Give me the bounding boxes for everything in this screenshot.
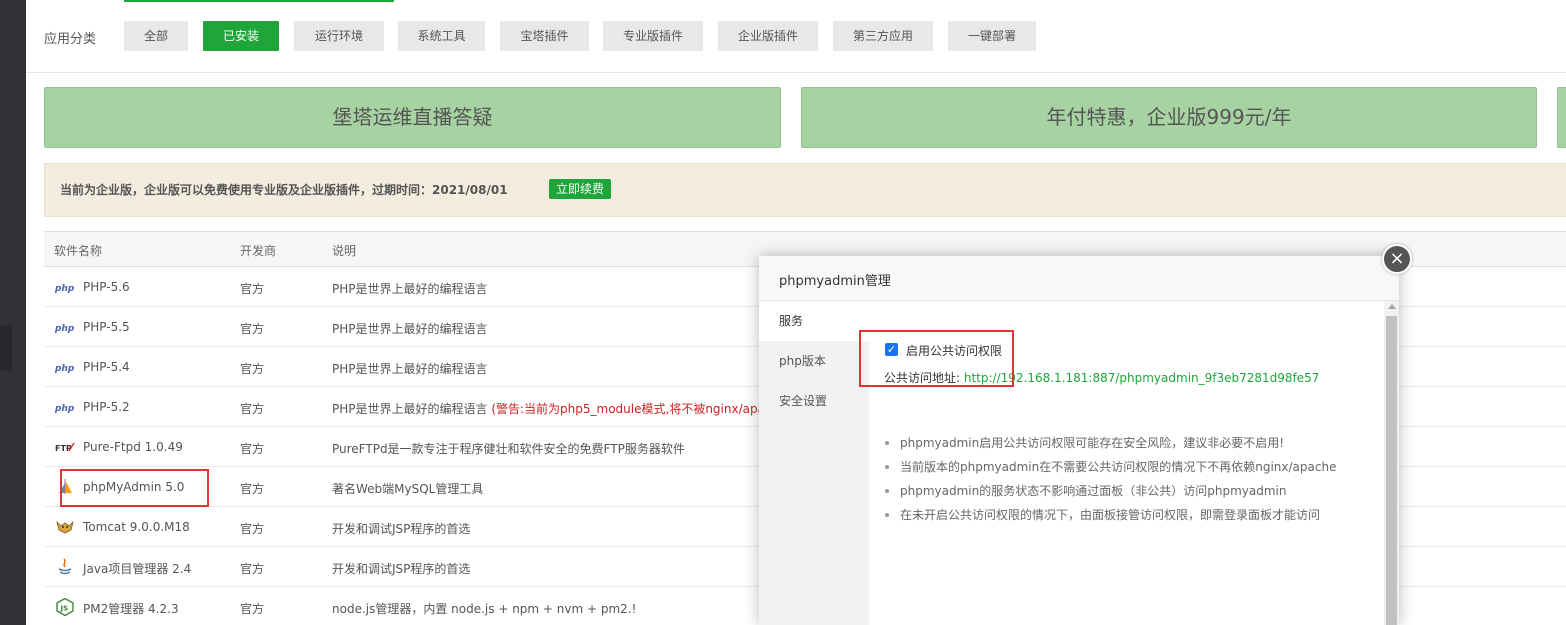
tips-list: phpmyadmin启用公共访问权限可能存在安全风险，建议非必要不启用! 当前版… bbox=[885, 435, 1336, 531]
warning-text: (警告:当前为php5_module模式,将不被nginx/apa bbox=[491, 402, 765, 416]
list-item: 在未开启公共访问权限的情况下，由面板接管访问权限，即需登录面板才能访问 bbox=[885, 507, 1336, 531]
tab-service[interactable]: 服务 bbox=[759, 301, 869, 341]
modal-scrollbar[interactable] bbox=[1384, 301, 1399, 625]
software-description: node.js管理器，内置 node.js + npm + nvm + pm2.… bbox=[332, 602, 637, 616]
license-notice-text: 当前为企业版，企业版可以免费使用专业版及企业版插件，过期时间：2021/08/0… bbox=[60, 183, 508, 197]
list-item: 当前版本的phpmyadmin在不需要公共访问权限的情况下不再依赖nginx/a… bbox=[885, 459, 1336, 483]
java-icon bbox=[58, 558, 72, 575]
software-description: PHP是世界上最好的编程语言 bbox=[332, 322, 488, 336]
public-url-link[interactable]: http://192.168.1.181:887/phpmyadmin_9f3e… bbox=[964, 371, 1320, 385]
highlight-box-phpmyadmin bbox=[60, 469, 209, 507]
software-developer: 官方 bbox=[240, 562, 265, 576]
tab-security-settings[interactable]: 安全设置 bbox=[759, 381, 869, 421]
header-developer: 开发商 bbox=[240, 244, 277, 258]
tab-php-version[interactable]: php版本 bbox=[759, 341, 869, 381]
category-third-party[interactable]: 第三方应用 bbox=[833, 21, 933, 51]
bullet-icon bbox=[885, 441, 889, 445]
software-name[interactable]: PHP-5.6 bbox=[83, 280, 130, 294]
header-description: 说明 bbox=[332, 244, 357, 258]
tip-text: phpmyadmin的服务状态不影响通过面板（非公共）访问phpmyadmin bbox=[900, 484, 1287, 498]
software-description: PHP是世界上最好的编程语言 bbox=[332, 282, 488, 296]
software-name[interactable]: PHP-5.4 bbox=[83, 360, 130, 374]
software-description: 著名Web端MySQL管理工具 bbox=[332, 482, 484, 496]
ftp-icon: FTP bbox=[55, 442, 75, 453]
software-name[interactable]: PHP-5.2 bbox=[83, 400, 130, 414]
php-icon: php bbox=[55, 324, 75, 334]
tip-text: phpmyadmin启用公共访问权限可能存在安全风险，建议非必要不启用! bbox=[900, 436, 1285, 450]
software-name[interactable]: Pure-Ftpd 1.0.49 bbox=[83, 440, 183, 454]
software-description: 开发和调试JSP程序的首选 bbox=[332, 522, 471, 536]
category-bar: 应用分类 全部 已安装 运行环境 系统工具 宝塔插件 专业版插件 企业版插件 第… bbox=[26, 0, 1566, 73]
category-one-click-deploy[interactable]: 一键部署 bbox=[948, 21, 1036, 51]
modal-tabs: 服务 php版本 安全设置 bbox=[759, 301, 869, 625]
svg-text:php: php bbox=[55, 404, 75, 414]
software-name[interactable]: Java项目管理器 2.4 bbox=[83, 560, 191, 577]
category-runtime[interactable]: 运行环境 bbox=[294, 21, 384, 51]
software-developer: 官方 bbox=[240, 322, 265, 336]
software-name[interactable]: Tomcat 9.0.0.M18 bbox=[83, 520, 190, 534]
sidebar-active-marker bbox=[0, 326, 12, 370]
license-notice: 当前为企业版，企业版可以免费使用专业版及企业版插件，过期时间：2021/08/0… bbox=[44, 163, 1566, 217]
category-label: 应用分类 bbox=[44, 32, 97, 47]
software-description: 开发和调试JSP程序的首选 bbox=[332, 562, 471, 576]
bullet-icon bbox=[885, 513, 889, 517]
scrollbar-thumb[interactable] bbox=[1386, 316, 1397, 625]
left-sidebar-edge bbox=[0, 0, 26, 625]
list-item: phpmyadmin启用公共访问权限可能存在安全风险，建议非必要不启用! bbox=[885, 435, 1336, 459]
renew-button[interactable]: 立即续费 bbox=[549, 179, 612, 199]
highlight-box-public-access bbox=[859, 330, 1014, 387]
header-name: 软件名称 bbox=[54, 244, 103, 258]
software-description: PHP是世界上最好的编程语言 bbox=[332, 362, 488, 376]
software-description: PureFTPd是一款专注于程序健壮和软件安全的免费FTP服务器软件 bbox=[332, 442, 685, 456]
modal-title: phpmyadmin管理 bbox=[779, 274, 891, 289]
svg-text:FTP: FTP bbox=[55, 444, 72, 453]
svg-text:php: php bbox=[55, 324, 75, 334]
description-text: PHP是世界上最好的编程语言 bbox=[332, 402, 488, 416]
tomcat-icon bbox=[56, 520, 74, 534]
svg-text:php: php bbox=[55, 364, 75, 374]
php-icon: php bbox=[55, 404, 75, 414]
category-installed[interactable]: 已安装 bbox=[203, 21, 279, 51]
modal-header: phpmyadmin管理 bbox=[759, 256, 1399, 301]
list-item: phpmyadmin的服务状态不影响通过面板（非公共）访问phpmyadmin bbox=[885, 483, 1336, 507]
category-all[interactable]: 全部 bbox=[124, 21, 188, 51]
banner-live-qa[interactable]: 堡塔运维直播答疑 bbox=[44, 87, 781, 148]
php-icon: php bbox=[55, 364, 75, 374]
category-bt-plugins[interactable]: 宝塔插件 bbox=[500, 21, 589, 51]
scroll-up-arrow-icon[interactable] bbox=[1388, 304, 1396, 309]
software-developer: 官方 bbox=[240, 482, 265, 496]
software-developer: 官方 bbox=[240, 362, 265, 376]
nodejs-icon: JS bbox=[56, 598, 74, 616]
banner-partial[interactable] bbox=[1557, 87, 1566, 148]
php-icon: php bbox=[55, 284, 75, 294]
svg-text:JS: JS bbox=[60, 605, 69, 613]
tip-text: 当前版本的phpmyadmin在不需要公共访问权限的情况下不再依赖nginx/a… bbox=[900, 460, 1337, 474]
software-description: PHP是世界上最好的编程语言 (警告:当前为php5_module模式,将不被n… bbox=[332, 400, 765, 417]
category-pro-plugins[interactable]: 专业版插件 bbox=[603, 21, 703, 51]
close-icon[interactable]: × bbox=[1382, 244, 1412, 274]
tip-text: 在未开启公共访问权限的情况下，由面板接管访问权限，即需登录面板才能访问 bbox=[900, 508, 1321, 522]
svg-text:php: php bbox=[55, 284, 75, 294]
software-developer: 官方 bbox=[240, 282, 265, 296]
banner-annual-discount[interactable]: 年付特惠，企业版999元/年 bbox=[801, 87, 1537, 148]
software-developer: 官方 bbox=[240, 442, 265, 456]
category-system-tools[interactable]: 系统工具 bbox=[398, 21, 485, 51]
category-enterprise-plugins[interactable]: 企业版插件 bbox=[718, 21, 818, 51]
bullet-icon bbox=[885, 489, 889, 493]
software-developer: 官方 bbox=[240, 402, 265, 416]
software-developer: 官方 bbox=[240, 522, 265, 536]
software-developer: 官方 bbox=[240, 602, 265, 616]
software-name[interactable]: PM2管理器 4.2.3 bbox=[83, 600, 179, 617]
bullet-icon bbox=[885, 465, 889, 469]
phpmyadmin-modal: phpmyadmin管理 × 服务 php版本 安全设置 ✓ 启用公共访问权限 … bbox=[759, 244, 1412, 625]
software-name[interactable]: PHP-5.5 bbox=[83, 320, 130, 334]
